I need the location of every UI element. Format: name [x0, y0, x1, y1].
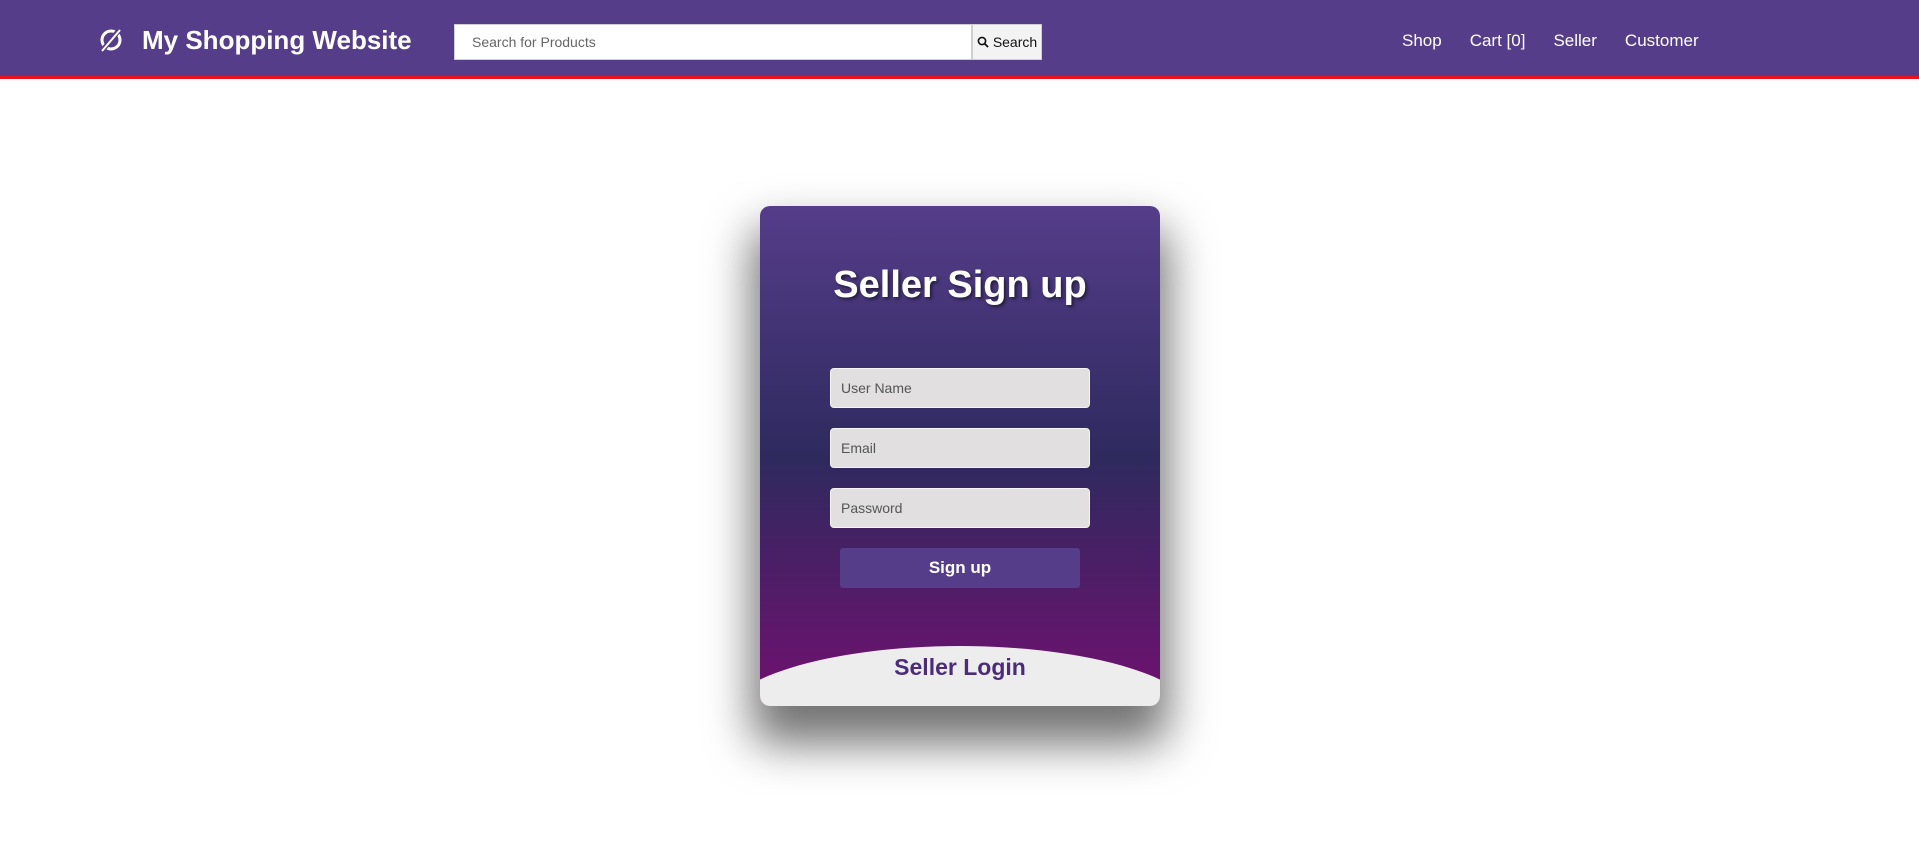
card-title: Seller Sign up — [833, 264, 1087, 306]
brand-logo-icon — [98, 24, 124, 56]
nav-link-cart[interactable]: Cart [0] — [1470, 31, 1526, 51]
search-icon — [977, 36, 989, 48]
search-button-label: Search — [992, 34, 1038, 50]
signup-button[interactable]: Sign up — [840, 548, 1080, 588]
nav-link-shop[interactable]: Shop — [1402, 31, 1442, 51]
nav-link-customer[interactable]: Customer — [1625, 31, 1699, 51]
search-bar: Search — [454, 24, 1042, 60]
password-field[interactable] — [830, 488, 1090, 528]
username-field[interactable] — [830, 368, 1090, 408]
top-navbar: My Shopping Website Search Shop Cart [0]… — [0, 0, 1919, 79]
search-input[interactable] — [454, 24, 972, 60]
main-nav: Shop Cart [0] Seller Customer — [1402, 31, 1727, 51]
email-field[interactable] — [830, 428, 1090, 468]
nav-link-seller[interactable]: Seller — [1553, 31, 1596, 51]
seller-signup-card: Seller Sign up Sign up Seller Login — [760, 206, 1160, 706]
brand-name: My Shopping Website — [142, 24, 412, 55]
search-button[interactable]: Search — [972, 24, 1042, 60]
seller-login-link[interactable]: Seller Login — [760, 654, 1160, 681]
brand-link[interactable]: My Shopping Website — [98, 24, 412, 56]
